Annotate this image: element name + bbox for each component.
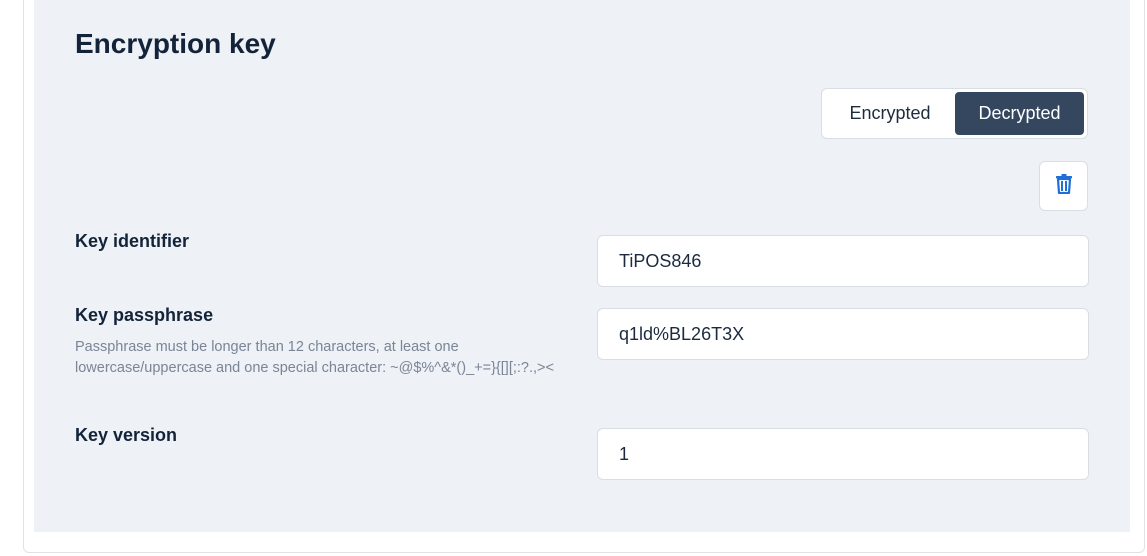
delete-key-button[interactable]: [1039, 161, 1088, 211]
trash-icon: [1055, 173, 1073, 199]
key-identifier-label: Key identifier: [75, 231, 190, 251]
key-passphrase-help-text: Passphrase must be longer than 12 charac…: [75, 339, 554, 376]
key-identifier-input[interactable]: [597, 235, 1089, 287]
key-version-label: Key version: [75, 425, 178, 445]
toggle-decrypted-option[interactable]: Decrypted: [955, 92, 1084, 135]
toggle-encrypted-option[interactable]: Encrypted: [825, 92, 955, 135]
encryption-key-card: Encryption key Encrypted Decrypted Key i…: [23, 0, 1145, 553]
encryption-view-toggle: Encrypted Decrypted: [821, 88, 1088, 139]
key-version-input[interactable]: [597, 428, 1089, 480]
key-passphrase-label: Key passphrase: [75, 305, 214, 325]
section-title: Encryption key: [75, 28, 276, 59]
encryption-key-panel: Encryption key Encrypted Decrypted Key i…: [34, 0, 1130, 532]
key-passphrase-input[interactable]: [597, 308, 1089, 360]
